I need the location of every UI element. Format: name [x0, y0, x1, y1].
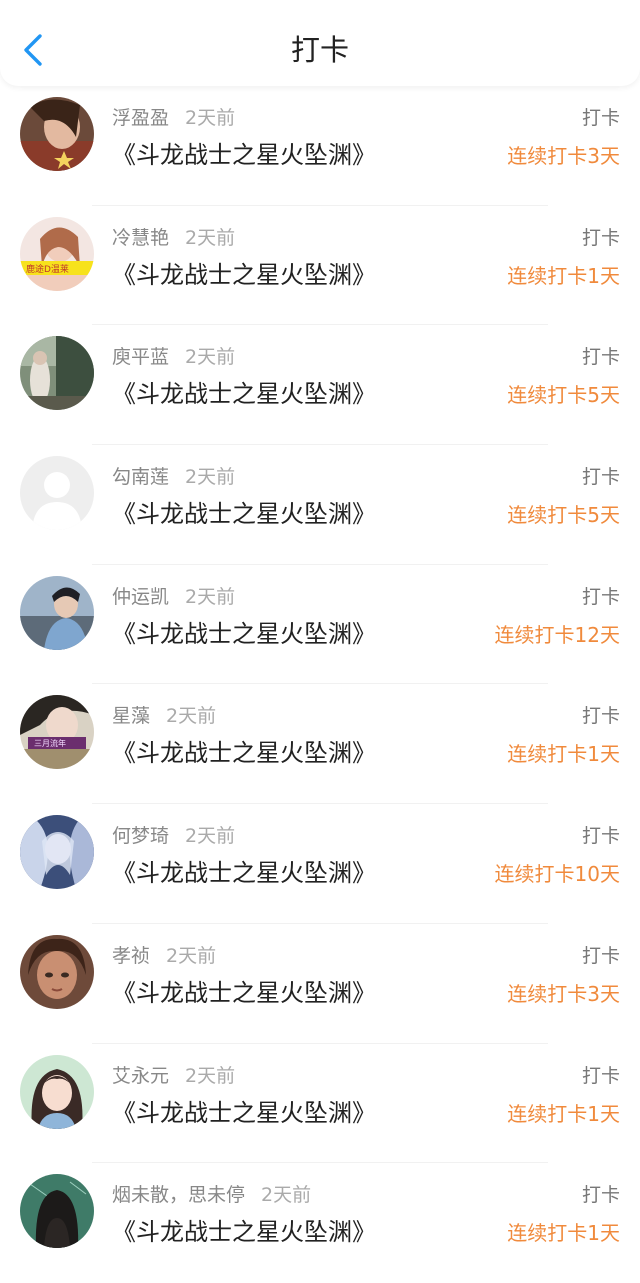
- user-name: 何梦琦 2天前: [112, 825, 236, 848]
- checkin-label: 打卡: [581, 825, 620, 848]
- post-time: 2天前: [166, 944, 217, 967]
- streak-count: 连续打卡5天: [507, 503, 620, 528]
- book-title[interactable]: 《斗龙战士之星火坠渊》: [112, 733, 376, 768]
- user-name: 勾南莲 2天前: [112, 466, 236, 489]
- svg-text:三月流年: 三月流年: [34, 738, 66, 748]
- list-item[interactable]: 勾南莲 2天前 《斗龙战士之星火坠渊》 打卡 连续打卡5天: [0, 445, 640, 565]
- streak-count: 连续打卡1天: [507, 263, 620, 288]
- avatar[interactable]: [20, 815, 94, 890]
- list-item[interactable]: 烟未散，思未停 2天前 《斗龙战士之星火坠渊》 打卡 连续打卡1天: [0, 1163, 640, 1283]
- checkin-label: 打卡: [581, 1184, 620, 1207]
- user-name: 烟未散，思未停 2天前: [112, 1184, 312, 1207]
- checkin-label: 打卡: [581, 944, 620, 967]
- post-time: 2天前: [166, 705, 217, 728]
- list-item[interactable]: 何梦琦 2天前 《斗龙战士之星火坠渊》 打卡 连续打卡10天: [0, 804, 640, 924]
- avatar[interactable]: [20, 97, 94, 171]
- user-name: 浮盈盈 2天前: [112, 107, 236, 129]
- book-title[interactable]: 《斗龙战士之星火坠渊》: [112, 135, 376, 170]
- checkin-label: 打卡: [581, 1064, 620, 1087]
- post-time: 2天前: [185, 226, 236, 249]
- avatar[interactable]: 三月流年: [20, 695, 94, 770]
- post-time: 2天前: [185, 107, 236, 129]
- checkin-list: 浮盈盈 2天前 《斗龙战士之星火坠渊》 打卡 连续打卡3天 鹿途D温莱 冷慧艳 2天…: [0, 86, 640, 1283]
- streak-count: 连续打卡1天: [507, 1101, 620, 1126]
- checkin-label: 打卡: [581, 585, 620, 608]
- avatar[interactable]: [20, 934, 94, 1009]
- avatar[interactable]: [20, 575, 94, 650]
- streak-count: 连续打卡12天: [494, 622, 620, 647]
- avatar[interactable]: [20, 336, 94, 411]
- avatar[interactable]: [20, 1054, 94, 1129]
- avatar[interactable]: [20, 1174, 94, 1249]
- post-time: 2天前: [261, 1184, 312, 1207]
- list-item[interactable]: 仲运凯 2天前 《斗龙战士之星火坠渊》 打卡 连续打卡12天: [0, 565, 640, 685]
- checkin-label: 打卡: [581, 226, 620, 249]
- streak-count: 连续打卡3天: [507, 144, 620, 168]
- list-item[interactable]: 艾永元 2天前 《斗龙战士之星火坠渊》 打卡 连续打卡1天: [0, 1044, 640, 1164]
- checkin-label: 打卡: [581, 107, 620, 129]
- avatar[interactable]: 鹿途D温莱: [20, 216, 94, 291]
- book-title[interactable]: 《斗龙战士之星火坠渊》: [112, 494, 376, 529]
- checkin-label: 打卡: [581, 705, 620, 728]
- book-title[interactable]: 《斗龙战士之星火坠渊》: [112, 374, 376, 409]
- book-title[interactable]: 《斗龙战士之星火坠渊》: [112, 853, 376, 888]
- book-title[interactable]: 《斗龙战士之星火坠渊》: [112, 614, 376, 649]
- post-time: 2天前: [185, 585, 236, 608]
- post-time: 2天前: [185, 346, 236, 369]
- list-item[interactable]: 庾平蓝 2天前 《斗龙战士之星火坠渊》 打卡 连续打卡5天: [0, 325, 640, 446]
- checkin-label: 打卡: [581, 346, 620, 369]
- page-title: 打卡: [290, 33, 349, 67]
- book-title[interactable]: 《斗龙战士之星火坠渊》: [112, 255, 376, 290]
- user-name: 艾永元 2天前: [112, 1064, 236, 1087]
- avatar[interactable]: [20, 456, 94, 531]
- list-item[interactable]: 三月流年 星藻 2天前 《斗龙战士之星火坠渊》 打卡 连续打卡1天: [0, 684, 640, 805]
- post-time: 2天前: [185, 825, 236, 848]
- list-item[interactable]: 孝祯 2天前 《斗龙战士之星火坠渊》 打卡 连续打卡3天: [0, 924, 640, 1044]
- user-name: 仲运凯 2天前: [112, 585, 236, 608]
- streak-count: 连续打卡10天: [494, 862, 620, 887]
- user-name: 庾平蓝 2天前: [112, 346, 236, 369]
- streak-count: 连续打卡3天: [507, 981, 620, 1006]
- streak-count: 连续打卡1天: [507, 1221, 620, 1246]
- header-bar: 打卡: [0, 0, 640, 86]
- list-item[interactable]: 浮盈盈 2天前 《斗龙战士之星火坠渊》 打卡 连续打卡3天: [0, 86, 640, 206]
- checkin-label: 打卡: [581, 466, 620, 489]
- post-time: 2天前: [185, 1064, 236, 1087]
- post-time: 2天前: [185, 466, 236, 489]
- user-name: 星藻 2天前: [112, 705, 217, 728]
- user-name: 冷慧艳 2天前: [112, 226, 236, 249]
- streak-count: 连续打卡1天: [507, 742, 620, 767]
- streak-count: 连续打卡5天: [507, 383, 620, 408]
- user-name: 孝祯 2天前: [112, 944, 217, 967]
- book-title[interactable]: 《斗龙战士之星火坠渊》: [112, 1093, 376, 1128]
- book-title[interactable]: 《斗龙战士之星火坠渊》: [112, 1212, 376, 1247]
- book-title[interactable]: 《斗龙战士之星火坠渊》: [112, 973, 376, 1008]
- list-item[interactable]: 鹿途D温莱 冷慧艳 2天前 《斗龙战士之星火坠渊》 打卡 连续打卡1天: [0, 206, 640, 326]
- svg-text:鹿途D温莱: 鹿途D温莱: [26, 263, 69, 275]
